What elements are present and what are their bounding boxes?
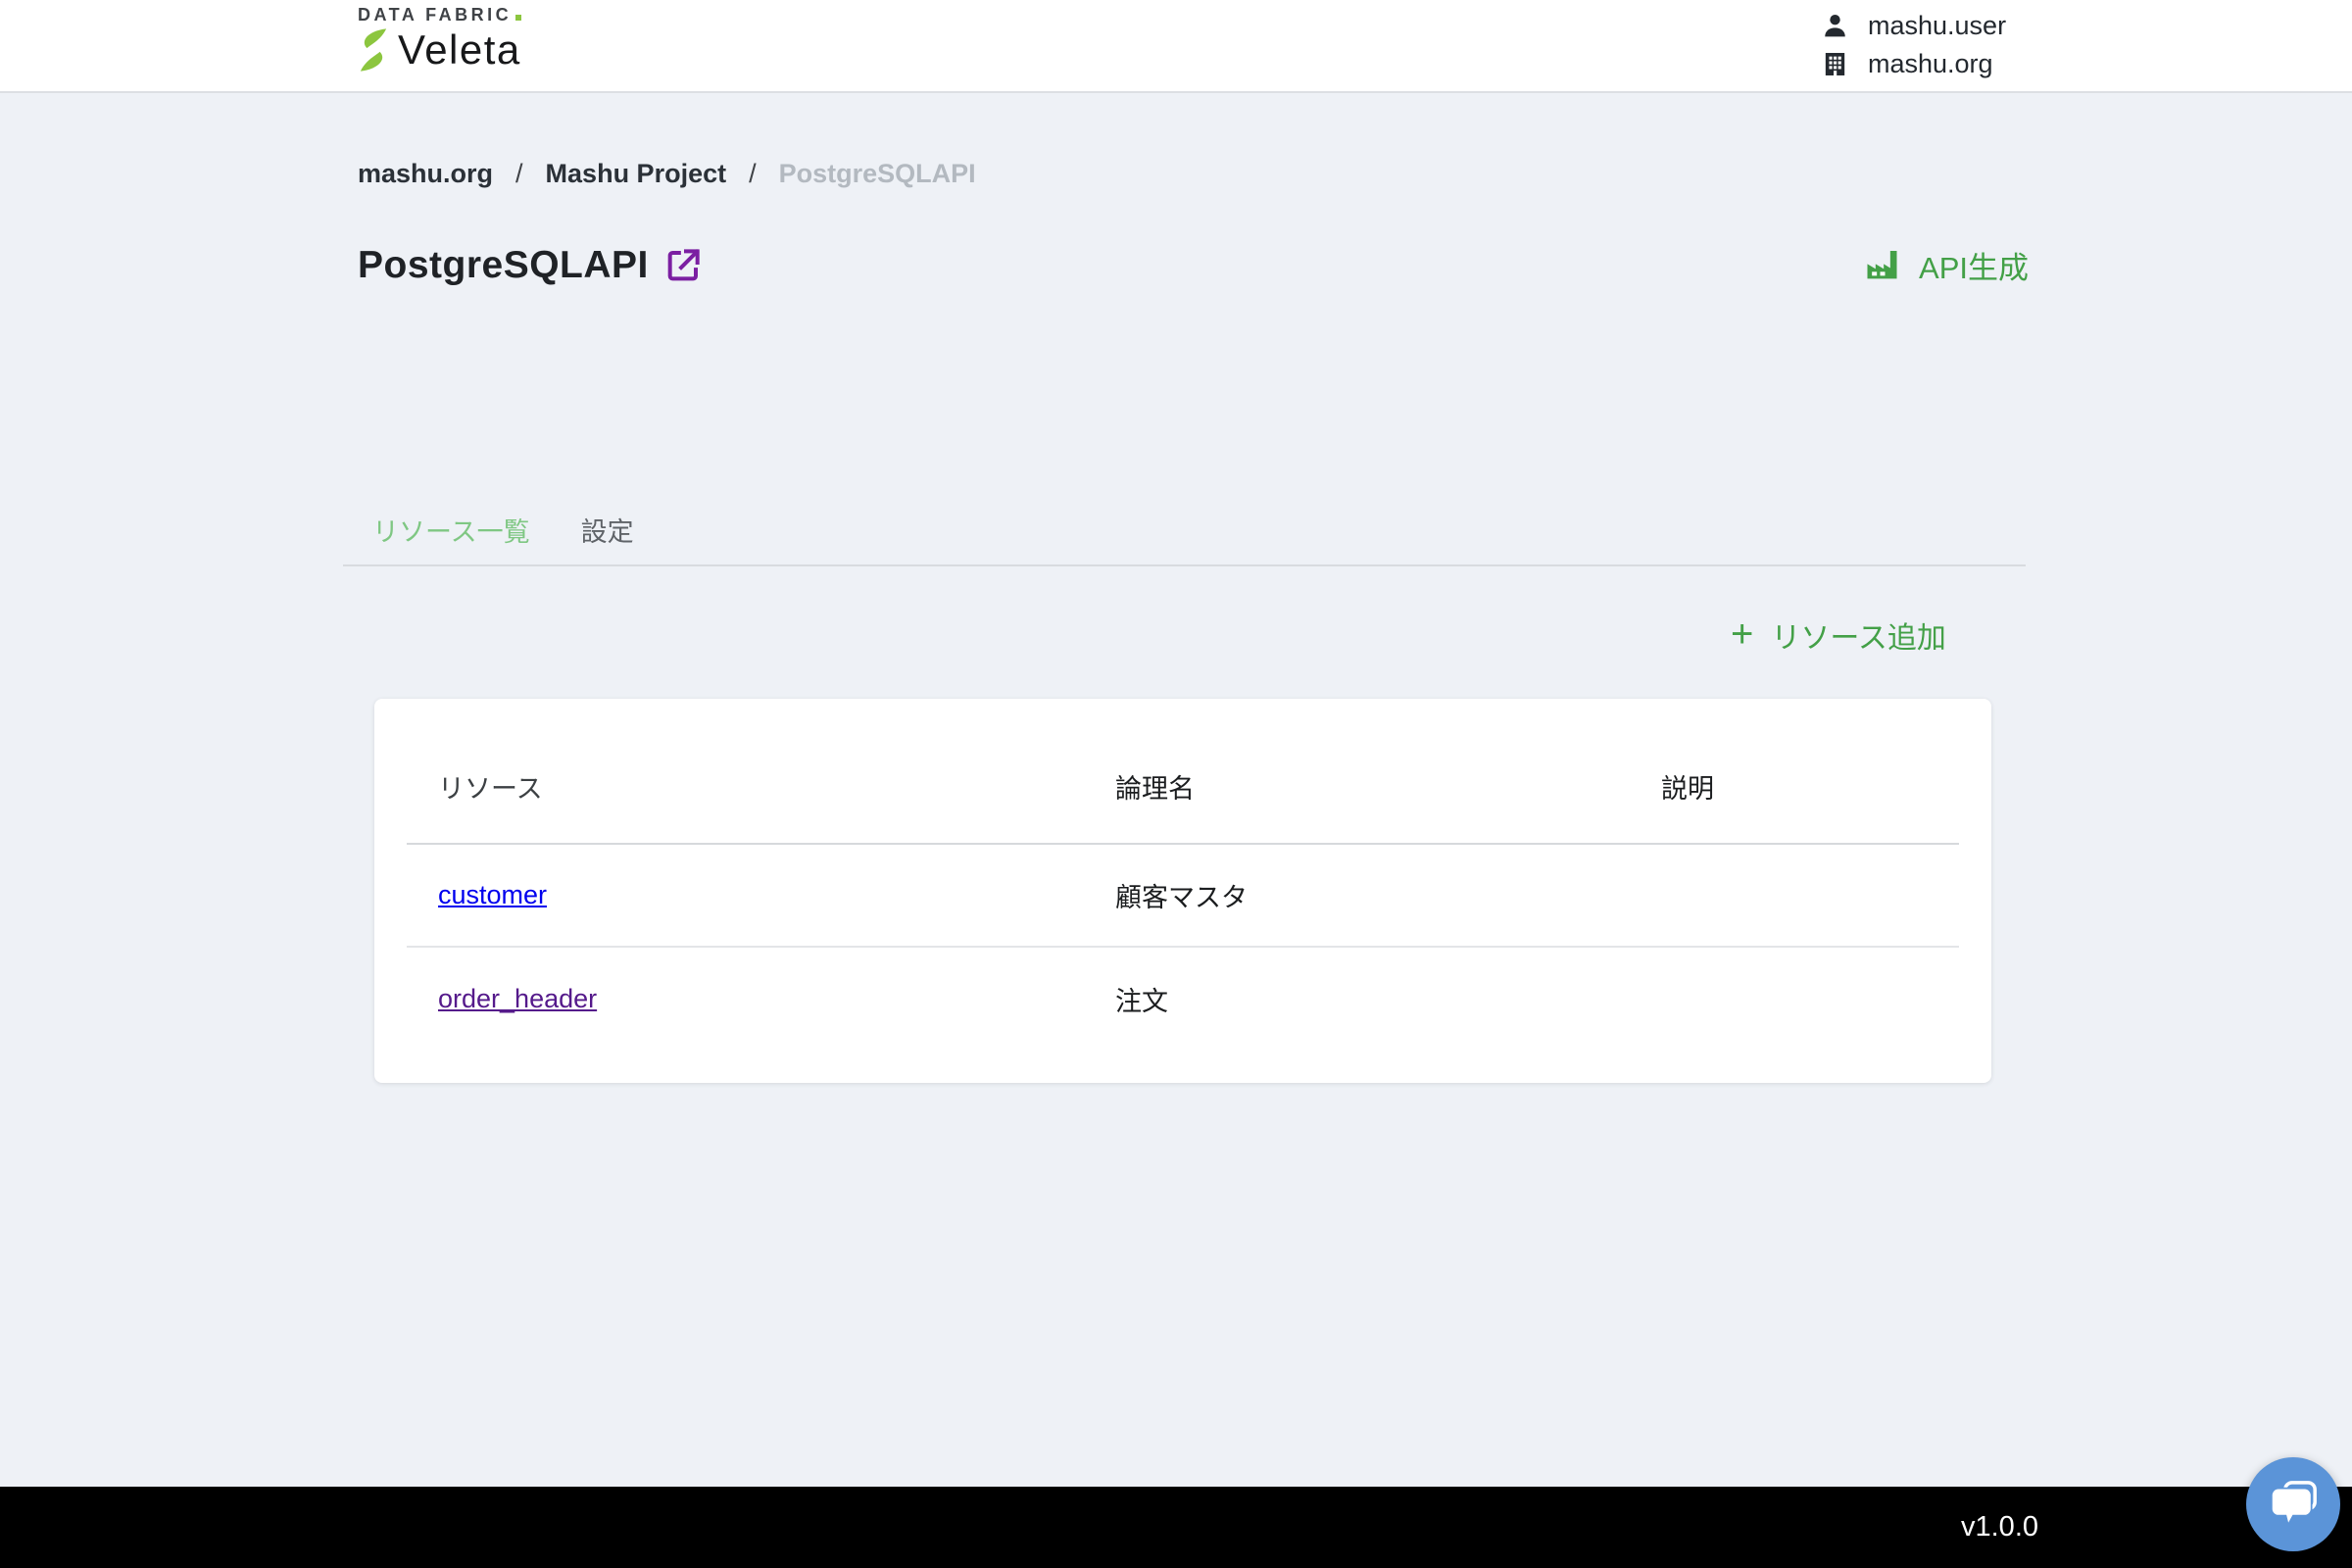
external-link-icon[interactable] xyxy=(663,246,703,285)
username-label: mashu.user xyxy=(1868,11,2007,40)
generate-api-label: API生成 xyxy=(1919,251,2029,285)
user-info: mashu.user mashu.org xyxy=(1821,11,2006,79)
top-header: DATA FABRIC Veleta mashu.user mashu.org xyxy=(0,0,2352,93)
breadcrumb: mashu.org / Mashu Project / PostgreSQLAP… xyxy=(358,159,976,189)
table-row: order_header 注文 xyxy=(407,948,1959,1051)
app-screen: DATA FABRIC Veleta mashu.user mashu.org … xyxy=(0,0,2352,1568)
logical-name-cell: 注文 xyxy=(1115,987,1168,1016)
tab-divider xyxy=(343,564,2026,566)
resource-link-customer[interactable]: customer xyxy=(438,880,547,909)
org-label: mashu.org xyxy=(1868,49,1993,78)
breadcrumb-item-org[interactable]: mashu.org xyxy=(358,159,493,189)
breadcrumb-separator: / xyxy=(749,159,757,188)
title-row: PostgreSQLAPI API生成 xyxy=(358,243,2029,287)
column-header-resource: リソース xyxy=(438,774,543,804)
plus-icon: + xyxy=(1731,612,1754,656)
version-label: v1.0.0 xyxy=(1961,1511,2038,1543)
breadcrumb-item-project[interactable]: Mashu Project xyxy=(546,159,727,189)
breadcrumb-item-current: PostgreSQLAPI xyxy=(778,159,976,188)
logo-tagline: DATA FABRIC xyxy=(358,5,521,25)
table-header-row: リソース 論理名 説明 xyxy=(407,699,1959,845)
tab-settings[interactable]: 設定 xyxy=(581,511,634,549)
resource-link-order-header[interactable]: order_header xyxy=(438,984,597,1013)
tab-resource-list[interactable]: リソース一覧 xyxy=(372,511,530,549)
person-icon xyxy=(1821,12,1849,40)
page-title: PostgreSQLAPI xyxy=(358,243,649,286)
chat-widget-button[interactable] xyxy=(2246,1457,2340,1551)
org-row: mashu.org xyxy=(1821,49,2006,79)
breadcrumb-separator: / xyxy=(515,159,523,188)
user-row: mashu.user xyxy=(1821,11,2006,41)
chat-icon xyxy=(2266,1477,2321,1532)
logo-name: Veleta xyxy=(398,26,521,73)
add-resource-button[interactable]: + リソース追加 xyxy=(1731,613,1946,657)
column-header-logical-name: 論理名 xyxy=(1115,774,1195,804)
generate-api-button[interactable]: API生成 xyxy=(1862,243,2029,287)
footer: v1.0.0 xyxy=(0,1487,2352,1568)
building-icon xyxy=(1821,50,1849,78)
column-header-description: 説明 xyxy=(1661,774,1714,804)
tab-bar: リソース一覧 設定 xyxy=(372,511,634,549)
table-row: customer 顧客マスタ xyxy=(407,845,1959,948)
logo[interactable]: DATA FABRIC Veleta xyxy=(358,5,521,74)
resource-table-card: リソース 論理名 説明 customer 顧客マスタ order_header … xyxy=(374,699,1991,1083)
add-resource-label: リソース追加 xyxy=(1771,622,1946,655)
factory-icon xyxy=(1862,246,1902,285)
logical-name-cell: 顧客マスタ xyxy=(1115,883,1248,912)
logo-leaf-icon xyxy=(358,27,389,73)
